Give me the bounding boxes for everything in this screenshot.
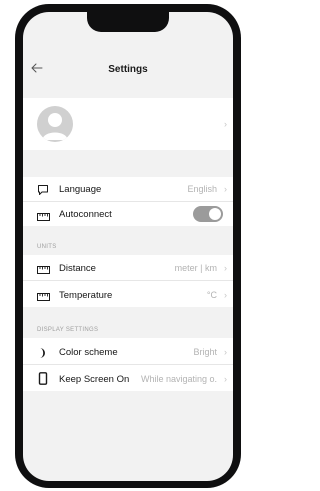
language-label: Language bbox=[59, 184, 102, 195]
language-value: English bbox=[187, 184, 217, 194]
keep-screen-on-row[interactable]: Keep Screen On While navigating o... › bbox=[23, 365, 233, 391]
phone-icon bbox=[37, 372, 49, 390]
temperature-label: Temperature bbox=[59, 290, 113, 301]
ruler-icon bbox=[37, 262, 50, 280]
ruler-icon bbox=[37, 209, 50, 227]
chevron-right-icon: › bbox=[224, 263, 227, 273]
ruler-icon bbox=[37, 289, 50, 307]
color-scheme-row[interactable]: Color scheme Bright › bbox=[23, 338, 233, 364]
phone-notch bbox=[87, 12, 169, 32]
section-label-display-settings: DISPLAY SETTINGS bbox=[37, 327, 99, 333]
keep-screen-on-label: Keep Screen On bbox=[59, 374, 130, 385]
app-screen: Settings › Language English › Autoconnec… bbox=[23, 12, 233, 481]
section-label-units: UNITS bbox=[37, 244, 57, 250]
keep-screen-on-value: While navigating o... bbox=[141, 374, 217, 384]
temperature-row[interactable]: Temperature °C › bbox=[23, 281, 233, 307]
chevron-right-icon: › bbox=[224, 184, 227, 194]
language-row[interactable]: Language English › bbox=[23, 177, 233, 201]
toggle-knob bbox=[209, 208, 221, 220]
autoconnect-toggle[interactable] bbox=[193, 206, 223, 222]
app-header: Settings bbox=[23, 50, 233, 90]
chevron-right-icon: › bbox=[224, 347, 227, 357]
distance-row[interactable]: Distance meter | km › bbox=[23, 255, 233, 280]
chevron-right-icon: › bbox=[224, 290, 227, 300]
profile-row[interactable]: › bbox=[23, 98, 233, 150]
autoconnect-row: Autoconnect bbox=[23, 202, 233, 226]
chevron-right-icon: › bbox=[224, 374, 227, 384]
distance-value: meter | km bbox=[174, 263, 217, 273]
autoconnect-label: Autoconnect bbox=[59, 209, 112, 220]
temperature-value: °C bbox=[206, 290, 217, 300]
half-moon-icon bbox=[37, 346, 49, 364]
chevron-right-icon: › bbox=[224, 119, 227, 129]
page-title: Settings bbox=[108, 64, 148, 75]
distance-label: Distance bbox=[59, 263, 96, 274]
avatar bbox=[37, 106, 73, 142]
speech-bubble-icon bbox=[37, 183, 49, 201]
color-scheme-value: Bright bbox=[193, 347, 217, 357]
color-scheme-label: Color scheme bbox=[59, 347, 118, 358]
